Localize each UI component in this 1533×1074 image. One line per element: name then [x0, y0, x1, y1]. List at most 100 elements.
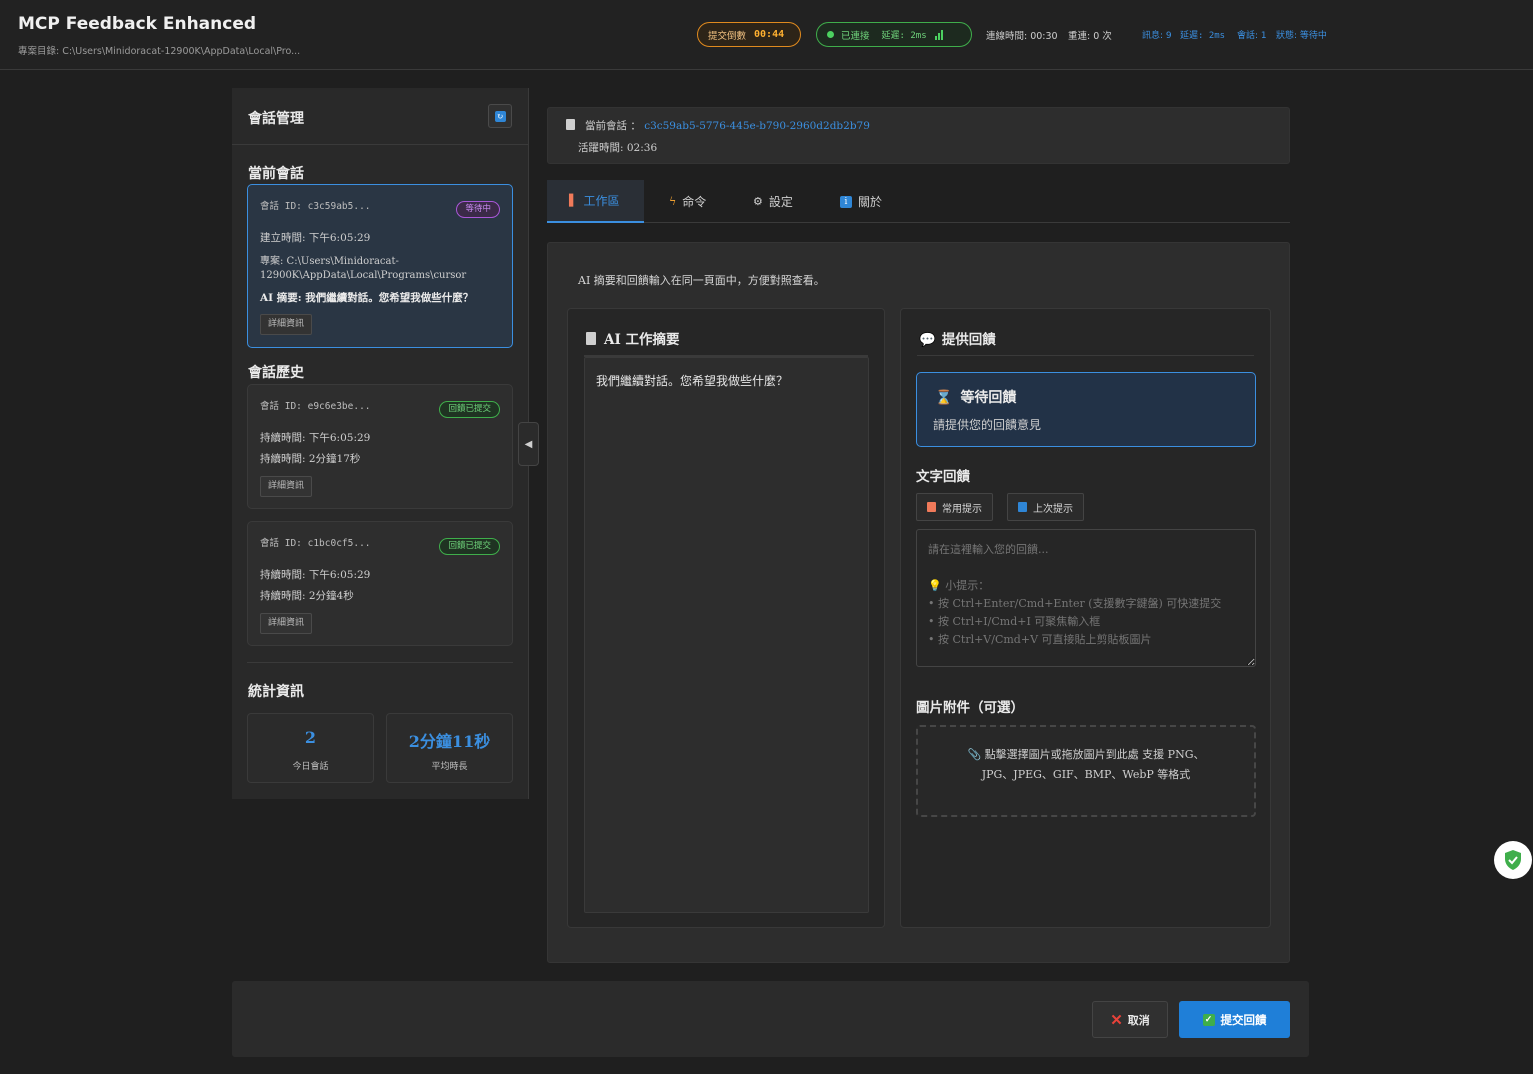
- current-session-card[interactable]: 會話 ID: c3c59ab5... 等待中 建立時間: 下午6:05:29 專…: [247, 184, 513, 348]
- ai-summary-text: 我們繼續對話。您希望我做些什麼？: [596, 374, 789, 388]
- session-time: 持續時間: 下午6:05:29: [260, 569, 371, 581]
- session-count: 會話: 1: [1237, 31, 1267, 41]
- message-count: 訊息: 9: [1142, 31, 1172, 41]
- project-path-line-2: 12900K\AppData\Local\Programs\cursor: [260, 270, 467, 281]
- stat-label: 平均時長: [431, 762, 468, 772]
- session-id: 會話 ID: c1bc0cf5...: [260, 538, 371, 549]
- workspace-description: AI 摘要和回饋輸入在同一頁面中，方便對照查看。: [578, 274, 825, 287]
- paperclip-icon: 📎: [967, 748, 985, 761]
- tab-label: 關於: [858, 195, 883, 209]
- tab-label: 命令: [682, 195, 707, 209]
- stat-today-sessions: 2 今日會話: [247, 713, 374, 783]
- submit-feedback-button[interactable]: ✓ 提交回饋: [1179, 1001, 1290, 1038]
- chevron-left-icon: ◀: [524, 438, 533, 450]
- shield-icon[interactable]: [1494, 841, 1532, 879]
- connect-time: 連線時間: 00:30: [986, 31, 1058, 42]
- countdown-timer: 00:44: [754, 29, 785, 40]
- stat-value: 2: [304, 728, 317, 747]
- waiting-feedback-box: ⌛ 等待回饋 請提供您的回饋意見: [916, 372, 1256, 447]
- status-badge: 回饋已提交: [439, 401, 500, 418]
- current-session-line: 當前會話 ： c3c59ab5-5776-445e-b790-2960d2db2…: [566, 118, 870, 133]
- connection-label: 已連接: [841, 30, 870, 42]
- stats-title: 統計資訊: [248, 684, 304, 700]
- feedback-title: 💬 提供回饋: [919, 332, 996, 348]
- submit-countdown: 提交倒數 00:44: [697, 22, 801, 47]
- document-icon: ▌: [569, 194, 578, 207]
- session-duration: 持續時間: 2分鐘17秒: [260, 453, 361, 465]
- text-feedback-title: 文字回饋: [916, 469, 970, 485]
- session-id: 會話 ID: c3c59ab5...: [260, 201, 371, 212]
- created-time: 建立時間: 下午6:05:29: [260, 232, 371, 244]
- workspace-panel: AI 摘要和回饋輸入在同一頁面中，方便對照查看。 AI 工作摘要 我們繼續對話。…: [547, 242, 1290, 963]
- tab-settings[interactable]: ⚙ 設定: [753, 180, 793, 223]
- lightning-icon: ϟ: [669, 195, 677, 208]
- session-id: 會話 ID: e9c6e3be...: [260, 401, 371, 412]
- checkmark-icon: ✓: [1202, 1013, 1215, 1026]
- status-badge: 回饋已提交: [439, 538, 500, 555]
- session-info-bar: 當前會話 ： c3c59ab5-5776-445e-b790-2960d2db2…: [547, 107, 1290, 164]
- feedback-panel: 💬提供回饋 ⌛等待回饋 請提供您的回饋意見 文字回饋 常用提示 上次提示 圖片附…: [900, 308, 1271, 928]
- current-session-label: 當前會話 ：: [585, 120, 641, 132]
- status-badge: 等待中: [456, 201, 500, 218]
- session-duration: 持續時間: 2分鐘4秒: [260, 590, 354, 602]
- document-icon: [566, 119, 575, 130]
- history-title: 會話歷史: [248, 365, 304, 381]
- gear-icon: ⚙: [753, 195, 763, 208]
- ai-summary-title: AI 工作摘要: [586, 328, 680, 348]
- image-dropzone[interactable]: 📎 點擊選擇圖片或拖放圖片到此處 支援 PNG、 JPG、JPEG、GIF、BM…: [916, 725, 1256, 817]
- refresh-icon: [1018, 502, 1027, 512]
- info-icon: i: [840, 195, 852, 208]
- dropzone-line-1: 📎 點擊選擇圖片或拖放圖片到此處 支援 PNG、: [967, 748, 1205, 761]
- cancel-button[interactable]: ✕ 取消: [1092, 1001, 1168, 1038]
- stat-label: 今日會話: [292, 762, 329, 772]
- active-time: 活躍時間: 02:36: [578, 142, 658, 154]
- ai-summary-panel: AI 工作摘要 我們繼續對話。您希望我做些什麼？: [567, 308, 885, 928]
- document-icon: [927, 502, 936, 512]
- collapse-sidebar-button[interactable]: ◀: [518, 422, 539, 466]
- project-path-line-1: 專案: C:\Users\Minidoracat-: [260, 256, 399, 267]
- status-readout: 狀態: 等待中: [1276, 31, 1327, 41]
- stat-average-duration: 2分鐘11秒 平均時長: [386, 713, 513, 783]
- tab-bar: ▌ 工作區 ϟ 命令 ⚙ 設定 i 關於: [547, 180, 1290, 223]
- connected-dot-icon: [827, 31, 834, 38]
- app-title: MCP Feedback Enhanced: [18, 14, 257, 34]
- app-header: MCP Feedback Enhanced 專案目錄: C:\Users\Min…: [0, 0, 1533, 70]
- countdown-label: 提交倒數: [708, 30, 747, 42]
- session-time: 持續時間: 下午6:05:29: [260, 432, 371, 444]
- tab-about[interactable]: i 關於: [840, 180, 882, 223]
- history-session-card[interactable]: 會話 ID: c1bc0cf5... 回饋已提交 持續時間: 下午6:05:29…: [247, 521, 513, 646]
- detail-button[interactable]: 詳細資訊: [260, 476, 313, 497]
- sidebar-title: 會話管理: [248, 111, 304, 127]
- history-session-card[interactable]: 會話 ID: e9c6e3be... 回饋已提交 持續時間: 下午6:05:29…: [247, 384, 513, 509]
- image-attachment-title: 圖片附件（可選）: [916, 700, 1024, 716]
- feedback-textarea[interactable]: [916, 529, 1256, 667]
- project-directory: 專案目錄: C:\Users\Minidoracat-12900K\AppDat…: [18, 46, 301, 57]
- tab-workspace[interactable]: ▌ 工作區: [547, 180, 644, 223]
- clipboard-icon: [586, 332, 596, 345]
- signal-bars-icon: [934, 29, 943, 40]
- tab-label: 工作區: [583, 194, 620, 208]
- last-prompt-button[interactable]: 上次提示: [1007, 493, 1084, 521]
- tab-commands[interactable]: ϟ 命令: [669, 180, 706, 223]
- latency-readout: 延遲: 2ms: [1180, 31, 1226, 41]
- stat-value: 2分鐘11秒: [408, 732, 491, 751]
- reconnect-count: 重連: 0 次: [1068, 31, 1112, 42]
- detail-button[interactable]: 詳細資訊: [260, 314, 313, 335]
- ai-summary: AI 摘要: 我們繼續對話。您希望我做些什麼？: [260, 292, 474, 304]
- current-session-title: 當前會話: [248, 166, 304, 182]
- action-footer: ✕ 取消 ✓ 提交回饋: [232, 981, 1309, 1057]
- common-prompts-button[interactable]: 常用提示: [916, 493, 993, 521]
- ai-summary-content: 我們繼續對話。您希望我做些什麼？: [584, 357, 869, 913]
- detail-button[interactable]: 詳細資訊: [260, 613, 313, 634]
- waiting-title: ⌛ 等待回饋: [935, 390, 1017, 406]
- latency-label: 延遲: 2ms: [881, 31, 927, 41]
- current-session-id[interactable]: c3c59ab5-5776-445e-b790-2960d2db2b79: [644, 120, 870, 132]
- hourglass-icon: ⌛: [935, 390, 953, 406]
- refresh-button[interactable]: ↻: [488, 104, 512, 128]
- refresh-icon: ↻: [494, 110, 506, 122]
- session-sidebar: 會話管理 ↻ 當前會話 會話 ID: c3c59ab5... 等待中 建立時間:…: [232, 88, 529, 799]
- divider: [917, 355, 1254, 356]
- close-icon: ✕: [1110, 1010, 1123, 1029]
- tab-label: 設定: [768, 195, 793, 209]
- waiting-subtitle: 請提供您的回饋意見: [933, 418, 1042, 432]
